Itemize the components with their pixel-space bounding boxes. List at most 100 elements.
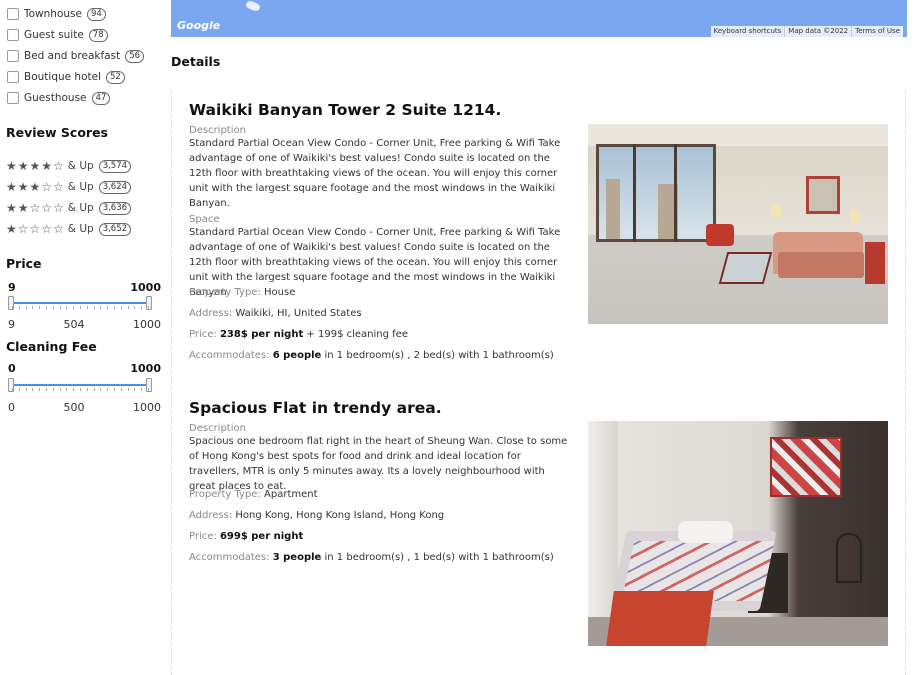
filter-boutique-hotel[interactable]: Boutique hotel 52 [7,68,125,86]
price-field: Price: 238$ per night + 199$ cleaning fe… [189,329,408,340]
rooms-value: in 1 bedroom(s) , 2 bed(s) with 1 bathro… [324,350,554,361]
property-type-value: House [264,287,296,298]
filter-label: Guest suite [24,29,84,41]
map[interactable]: Google Keyboard shortcuts Map data ©2022… [171,0,907,37]
cleaning-fee-value: + 199$ cleaning fee [306,329,408,340]
cleaning-fee-title: Cleaning Fee [6,339,97,354]
filter-guesthouse[interactable]: Guesthouse 47 [7,89,111,107]
slider-tick [114,388,115,391]
address-label: Address: [189,308,233,319]
terms-of-use-link[interactable]: Terms of Use [851,26,903,37]
cleaning-fee-slider-track [10,384,151,386]
slider-tick [39,388,41,391]
listing-text: Description Spacious one bedroom flat ri… [189,423,574,494]
review-filter-4[interactable]: ★★★★☆ & Up 3,574 [6,158,132,174]
cleaning-fee-slider[interactable] [8,378,153,392]
listing-description: Standard Partial Ocean View Condo - Corn… [189,138,561,209]
price-min-value: 9 [8,281,16,294]
star-rating-icon: ★★☆☆☆ [6,201,65,215]
slider-tick [100,388,102,391]
photo-mullion [633,144,636,242]
review-filter-label: & Up [67,181,94,193]
accommodates-value: 3 people [272,552,322,563]
listing-description: Spacious one bedroom flat right in the h… [189,436,568,492]
slider-tick [86,388,88,391]
review-scores-title: Review Scores [6,125,108,140]
filter-label: Townhouse [24,8,82,20]
slider-tick [39,306,41,309]
photo-end-table [865,242,885,284]
filter-bed-and-breakfast[interactable]: Bed and breakfast 56 [7,47,145,65]
review-filter-count: 3,652 [98,222,132,236]
slider-tick [148,388,149,391]
review-filter-count: 3,624 [98,180,132,194]
keyboard-shortcuts-link[interactable]: Keyboard shortcuts [711,26,785,37]
price-label: Price: [189,531,217,542]
guesthouse-checkbox[interactable] [7,92,19,104]
slider-tick [100,306,102,309]
filter-guest-suite[interactable]: Guest suite 78 [7,26,108,44]
panel-divider [171,90,172,675]
price-slider[interactable] [8,296,153,310]
bed-and-breakfast-checkbox[interactable] [7,50,19,62]
listing-photo[interactable] [588,124,888,324]
cleaning-fee-min-handle[interactable] [8,378,14,392]
slider-tick [12,306,13,309]
filter-label: Guesthouse [24,92,87,104]
details-title: Details [171,54,221,69]
description-label: Description [189,125,246,136]
price-scale: 9 504 1000 [8,318,161,331]
photo-pillow [678,521,733,543]
filters-sidebar: Townhouse 94 Guest suite 78 Bed and brea… [0,0,170,675]
cleaning-fee-max-value: 1000 [130,362,161,375]
filter-townhouse[interactable]: Townhouse 94 [7,5,106,23]
cleaning-fee-max-handle[interactable] [146,378,152,392]
guest-suite-checkbox[interactable] [7,29,19,41]
map-landmass [245,0,261,13]
listing-title[interactable]: Waikiki Banyan Tower 2 Suite 1214. [189,101,889,119]
review-filter-label: & Up [67,160,94,172]
cleaning-fee-scale-mid: 500 [63,401,85,414]
price-value: 238$ per night [219,329,304,340]
price-value: 699$ per night [219,531,304,542]
filter-label: Bed and breakfast [24,50,121,62]
filter-count: 78 [88,28,108,42]
listing-title[interactable]: Spacious Flat in trendy area. [189,399,889,417]
slider-tick [134,306,136,309]
price-max-handle[interactable] [146,296,152,310]
price-title: Price [6,256,42,271]
townhouse-checkbox[interactable] [7,8,19,20]
review-filter-label: & Up [67,223,94,235]
cleaning-fee-scale-max: 1000 [133,401,161,414]
slider-tick [80,306,81,309]
listing-card: Spacious Flat in trendy area. Descriptio… [189,399,889,646]
photo-lamp [771,204,781,218]
map-attribution: Keyboard shortcuts Map data ©2022 Terms … [710,26,903,37]
price-scale-max: 1000 [133,318,161,331]
review-filter-3[interactable]: ★★★☆☆ & Up 3,624 [6,179,132,195]
accommodates-value: 6 people [272,350,322,361]
address-value: Waikiki, HI, United States [235,308,362,319]
filter-count: 56 [125,49,145,63]
cleaning-fee-min-value: 0 [8,362,16,375]
photo-building [606,179,620,239]
boutique-hotel-checkbox[interactable] [7,71,19,83]
review-filter-1[interactable]: ★☆☆☆☆ & Up 3,652 [6,221,132,237]
panel-divider [905,90,906,675]
slider-tick [18,306,20,309]
listing-photo[interactable] [588,421,888,646]
photo-sofa-seat [778,252,864,278]
star-rating-icon: ★★★★☆ [6,159,65,173]
photo-mullion [674,144,677,242]
slider-tick [114,306,115,309]
cleaning-fee-scale: 0 500 1000 [8,401,161,414]
slider-tick [127,306,129,309]
filter-count: 94 [86,7,106,21]
review-filter-2[interactable]: ★★☆☆☆ & Up 3,636 [6,200,132,216]
slider-tick [18,388,20,391]
slider-tick [59,388,61,391]
slider-tick [32,388,34,391]
slider-tick [120,306,122,309]
accommodates-label: Accommodates: [189,552,270,563]
price-min-handle[interactable] [8,296,14,310]
